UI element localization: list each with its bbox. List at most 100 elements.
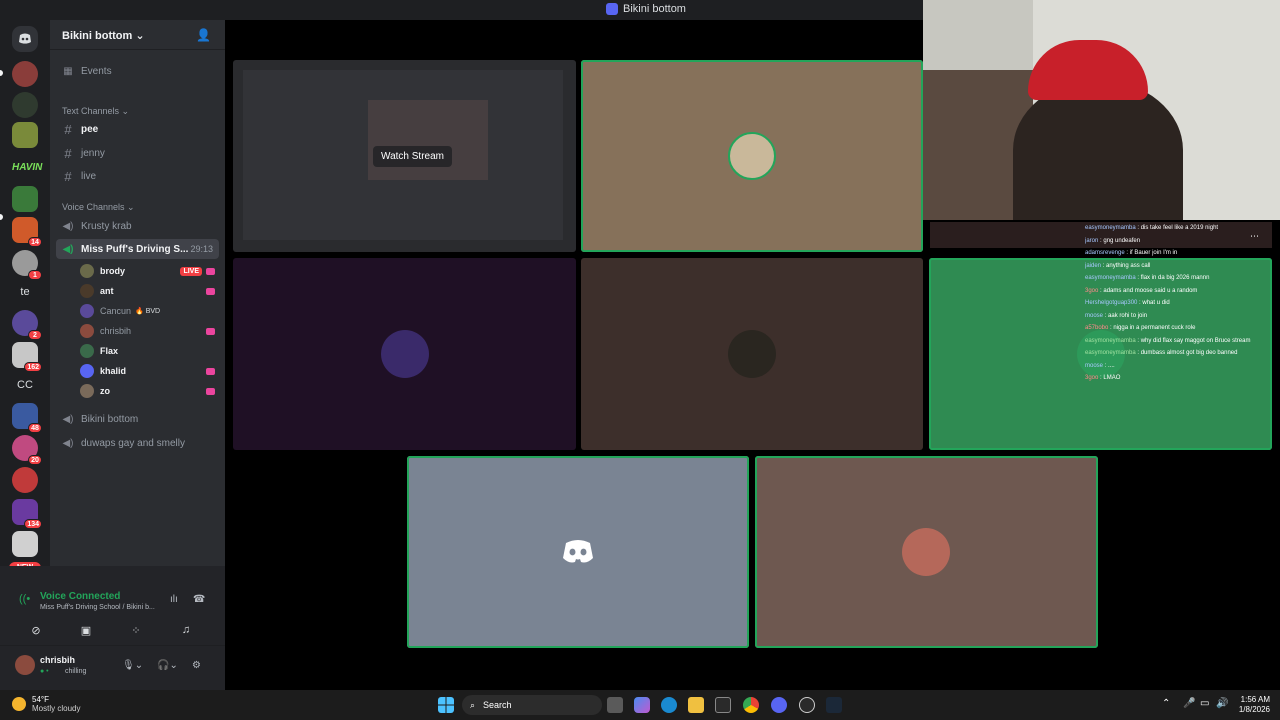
text-channels-category[interactable]: Text Channels ⌄ [62, 106, 129, 117]
microphone-icon[interactable]: 🎤 [1183, 698, 1195, 709]
unread-pill [0, 214, 3, 220]
participant-avatar [902, 528, 950, 576]
clock-time: 1:56 AM [1240, 695, 1270, 704]
server-icon-9[interactable]: 2 [12, 310, 42, 340]
voice-channels-category[interactable]: Voice Channels ⌄ [62, 202, 135, 213]
windows-start-icon[interactable] [438, 697, 454, 713]
discord-taskbar-icon[interactable] [771, 697, 787, 713]
taskbar-search[interactable]: ⌕ Search [462, 695, 602, 715]
noise-suppression-icon[interactable]: ılı [170, 594, 178, 605]
server-icon-12[interactable]: 48 [12, 403, 42, 433]
copilot-icon[interactable] [634, 697, 650, 713]
stream-icon [206, 267, 215, 275]
server-icon [606, 3, 618, 15]
activities-button[interactable]: ⁘ [116, 620, 156, 640]
steam-icon[interactable] [826, 697, 842, 713]
voice-user-brody[interactable]: brody LIVE [80, 262, 215, 280]
channel-live[interactable]: # live [56, 166, 219, 186]
server-te[interactable]: te [12, 286, 38, 298]
channel-label: Bikini bottom [81, 413, 139, 425]
mention-badge: 20 [28, 455, 42, 465]
soundboard-button[interactable]: ♫ [166, 620, 206, 640]
events-item[interactable]: ▦ Events [56, 61, 219, 81]
chat-line: jaron : gng undeafen [1085, 237, 1141, 244]
chat-line: Hershelgotguap300 : what u did [1085, 300, 1170, 306]
server-icon-16[interactable] [12, 531, 38, 557]
volume-icon[interactable]: 🔊 [1216, 698, 1228, 709]
participant-tile[interactable] [581, 258, 923, 450]
voice-user-zo[interactable]: zo [80, 382, 215, 400]
discord-home-button[interactable] [12, 26, 38, 52]
channel-label: Miss Puff's Driving S... [81, 243, 189, 255]
voice-channel-krusty-krab[interactable]: ◀) Krusty krab [56, 216, 219, 236]
server-icon-2[interactable] [12, 92, 38, 118]
chat-line: easymoneymamba : dis take feel like a 20… [1085, 225, 1219, 231]
server-name: Bikini bottom ⌄ [62, 30, 145, 42]
window-title-text: Bikini bottom [623, 3, 686, 15]
screen-share-button[interactable]: ▣ [66, 620, 106, 640]
server-header[interactable]: Bikini bottom ⌄ 👤 [50, 20, 225, 50]
tray-overflow-icon[interactable]: ⌃ [1162, 698, 1170, 709]
username: chrisbih [40, 655, 76, 665]
task-view-icon[interactable] [607, 697, 623, 713]
unread-pill [0, 70, 3, 76]
server-icon-5[interactable] [12, 186, 38, 212]
mute-button[interactable]: 🎙⌄ [122, 660, 143, 671]
voice-status[interactable]: Voice Connected [40, 591, 120, 602]
signal-icon: ((• [19, 593, 31, 605]
disconnect-icon[interactable]: ☎ [193, 594, 205, 605]
chat-line: moose : aak rohi to join [1085, 312, 1148, 319]
participant-tile[interactable] [581, 60, 923, 252]
voice-channel-active[interactable]: ◀) Miss Puff's Driving S... 29:13 [56, 239, 219, 259]
file-explorer-icon[interactable] [688, 697, 704, 713]
network-icon[interactable]: ▭ [1200, 698, 1209, 709]
app-icon[interactable] [799, 697, 815, 713]
server-icon-15[interactable]: 134 [12, 499, 42, 529]
hash-icon: # [64, 145, 72, 161]
server-icon-6[interactable]: 14 [12, 217, 42, 247]
server-icon-3[interactable] [12, 122, 38, 148]
store-icon[interactable] [715, 697, 731, 713]
channel-pee[interactable]: # pee [56, 119, 219, 139]
stream-icon [206, 387, 215, 395]
system-clock[interactable]: 1:56 AM 1/8/2026 [1239, 695, 1270, 715]
voice-user-ant[interactable]: ant [80, 282, 215, 300]
participant-tile[interactable] [407, 456, 749, 648]
participant-tile[interactable] [233, 258, 576, 450]
avatar[interactable] [15, 655, 35, 675]
server-icon-7[interactable]: 1 [12, 250, 42, 280]
webcam-overlay [923, 0, 1280, 220]
chrome-icon[interactable] [743, 697, 759, 713]
server-icon-1[interactable] [12, 61, 38, 87]
server-icon-13[interactable]: 20 [12, 435, 42, 465]
voice-channel-path[interactable]: Miss Puff's Driving School / Bikini b... [40, 604, 155, 611]
server-cc[interactable]: CC [12, 379, 38, 391]
user-name: Cancun [100, 306, 132, 316]
camera-off-button[interactable]: ⊘ [16, 620, 56, 640]
search-label: Search [483, 700, 512, 710]
channel-jenny[interactable]: # jenny [56, 143, 219, 163]
voice-user-flax[interactable]: Flax [80, 342, 215, 360]
invite-icon[interactable]: 👤 [196, 28, 211, 42]
voice-channel-duwaps[interactable]: ◀) duwaps gay and smelly [56, 433, 219, 453]
edge-icon[interactable] [661, 697, 677, 713]
server-icon-14[interactable] [12, 467, 38, 493]
voice-user-cancun[interactable]: Cancun 🔥 BVD [80, 302, 215, 320]
voice-user-chrisbih[interactable]: chrisbih [80, 322, 215, 340]
voice-user-khalid[interactable]: khalid [80, 362, 215, 380]
settings-gear-icon[interactable]: ⚙ [192, 660, 201, 671]
watch-stream-button[interactable]: Watch Stream [373, 146, 452, 167]
screen-share-icon: ▣ [80, 624, 92, 637]
participant-tile[interactable] [755, 456, 1098, 648]
chat-line: easymoneymamba : dumbass almost got big … [1085, 350, 1238, 356]
weather-widget[interactable]: 54°F Mostly cloudy [12, 695, 80, 713]
deafen-button[interactable]: 🎧⌄ [157, 660, 178, 671]
user-name: Flax [100, 346, 119, 356]
voice-channel-bikini-bottom[interactable]: ◀) Bikini bottom [56, 409, 219, 429]
channel-label: Krusty krab [81, 220, 132, 232]
discord-logo-icon [12, 26, 38, 52]
server-icon-10[interactable]: 162 [12, 342, 42, 372]
stream-tile[interactable]: Watch Stream [233, 60, 576, 252]
events-label: Events [81, 65, 112, 77]
server-havin[interactable]: HAVIN [12, 162, 42, 173]
